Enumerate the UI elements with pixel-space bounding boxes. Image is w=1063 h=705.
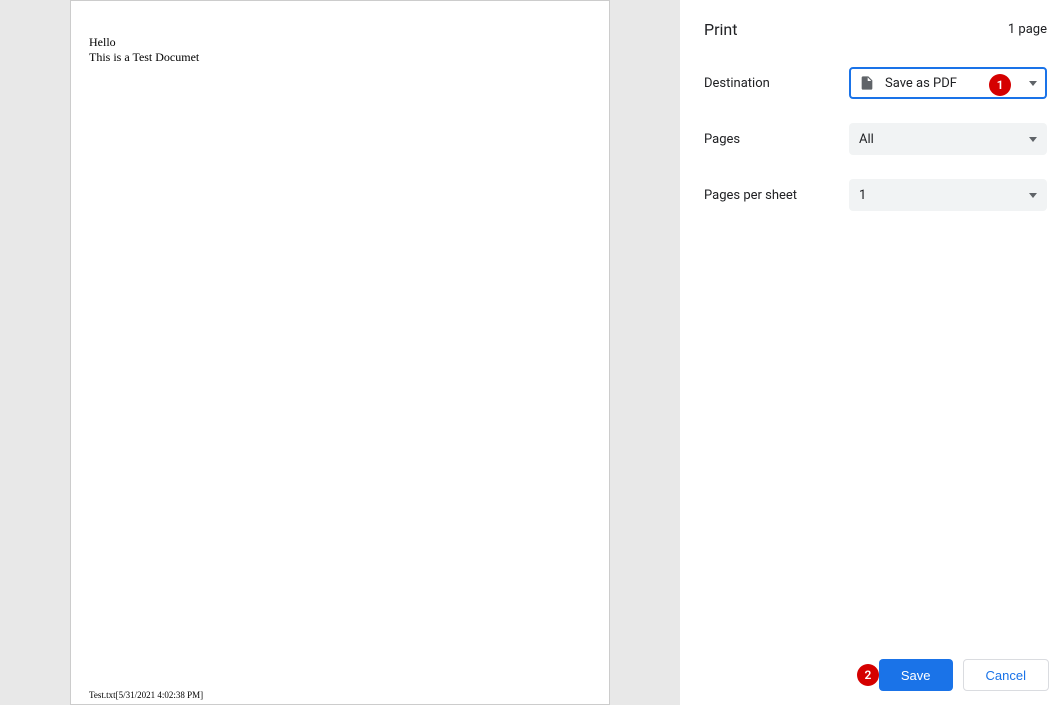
page-count: 1 page bbox=[1008, 22, 1047, 37]
pages-per-sheet-control: 1 bbox=[849, 179, 1047, 211]
chevron-down-icon bbox=[1029, 193, 1037, 198]
destination-select[interactable]: Save as PDF 1 bbox=[849, 67, 1047, 99]
print-preview-area: Hello This is a Test Documet Test.txt[5/… bbox=[0, 0, 680, 705]
annotation-badge-1: 1 bbox=[989, 74, 1011, 96]
destination-control: Save as PDF 1 bbox=[849, 67, 1047, 99]
cancel-button[interactable]: Cancel bbox=[963, 659, 1049, 691]
chevron-down-icon bbox=[1029, 81, 1037, 86]
pages-per-sheet-label: Pages per sheet bbox=[704, 188, 849, 203]
pages-per-sheet-select[interactable]: 1 bbox=[849, 179, 1047, 211]
pages-value: All bbox=[859, 132, 1029, 147]
print-panel: Print 1 page Destination Save as PDF 1 P… bbox=[680, 0, 1063, 705]
destination-label: Destination bbox=[704, 76, 849, 91]
page-content: Hello This is a Test Documet bbox=[71, 1, 609, 65]
pages-per-sheet-value: 1 bbox=[859, 188, 1029, 203]
field-pages: Pages All bbox=[704, 123, 1047, 155]
panel-header: Print 1 page bbox=[704, 20, 1047, 39]
pages-select[interactable]: All bbox=[849, 123, 1047, 155]
panel-title: Print bbox=[704, 20, 737, 39]
chevron-down-icon bbox=[1029, 137, 1037, 142]
save-button[interactable]: Save bbox=[879, 659, 953, 691]
pages-label: Pages bbox=[704, 132, 849, 147]
pages-control: All bbox=[849, 123, 1047, 155]
file-icon bbox=[859, 75, 875, 91]
preview-page: Hello This is a Test Documet Test.txt[5/… bbox=[70, 0, 610, 705]
preview-line: Hello bbox=[89, 35, 591, 50]
field-destination: Destination Save as PDF 1 bbox=[704, 67, 1047, 99]
footer-buttons: 2 Save Cancel bbox=[857, 659, 1049, 691]
preview-line: This is a Test Documet bbox=[89, 50, 591, 65]
page-footer: Test.txt[5/31/2021 4:02:38 PM] bbox=[89, 690, 203, 700]
field-pages-per-sheet: Pages per sheet 1 bbox=[704, 179, 1047, 211]
annotation-badge-2: 2 bbox=[857, 664, 879, 686]
